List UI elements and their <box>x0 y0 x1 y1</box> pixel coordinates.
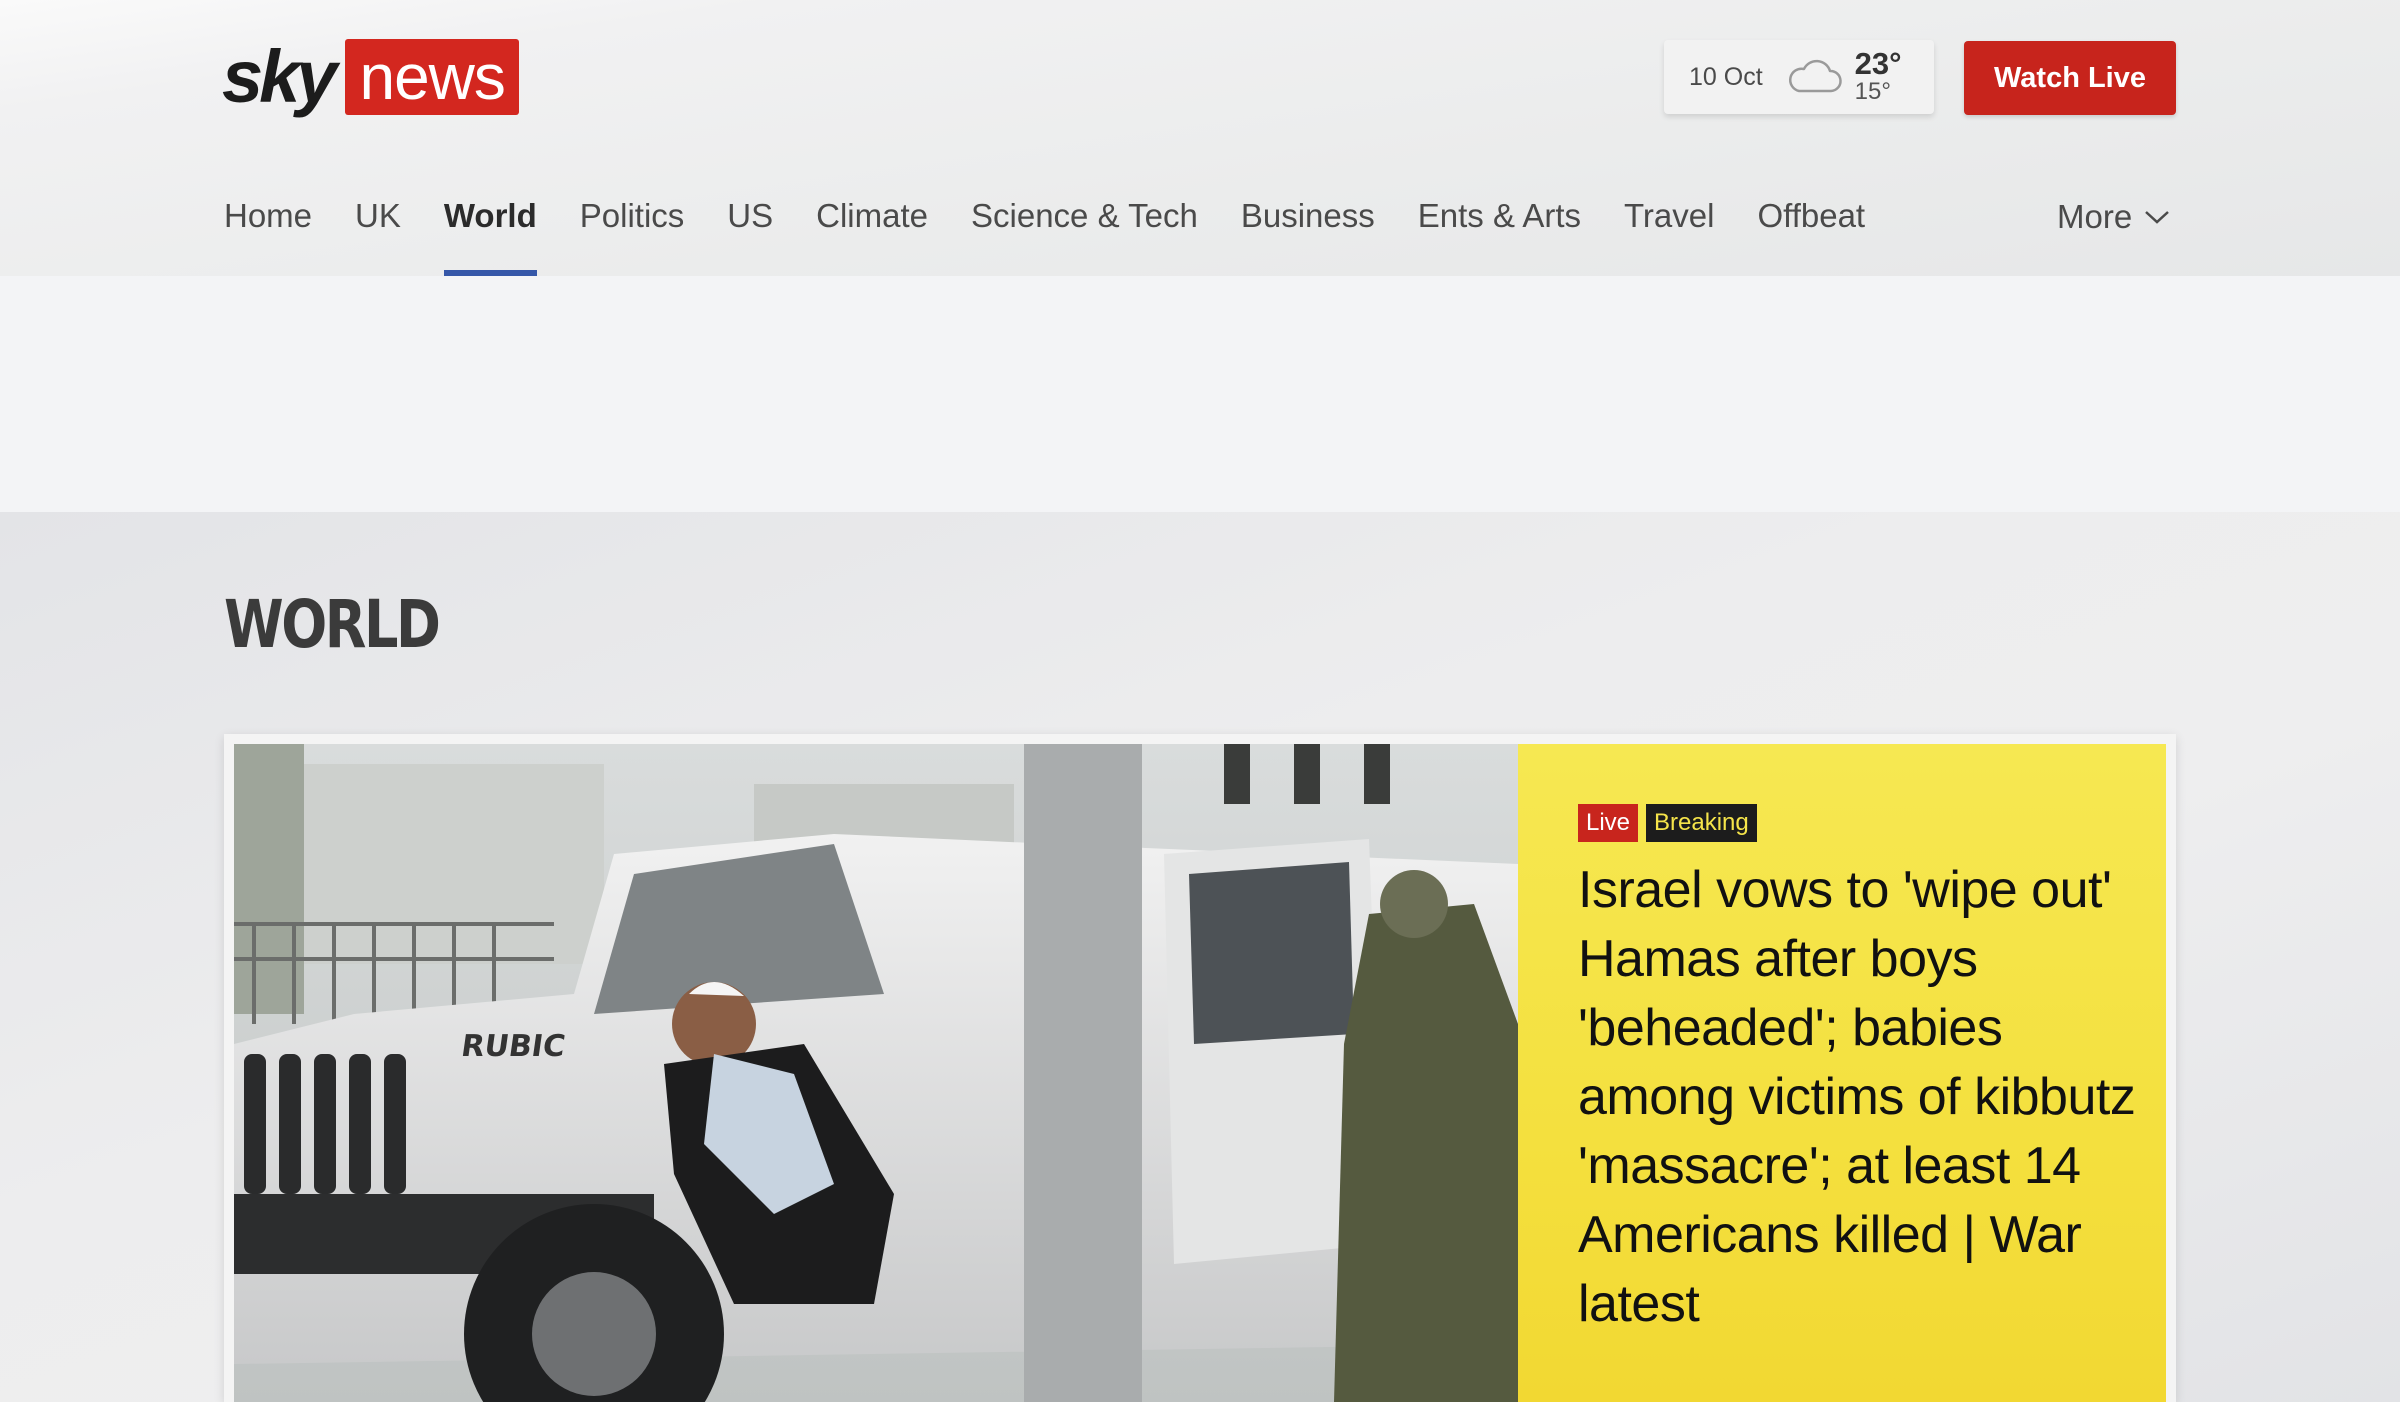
nav-item-home[interactable]: Home <box>224 192 312 276</box>
sky-news-logo[interactable]: sky news <box>222 38 519 116</box>
main-nav: Home UK World Politics US Climate Scienc… <box>224 192 1908 276</box>
nav-item-ents-arts[interactable]: Ents & Arts <box>1418 192 1581 276</box>
nav-item-climate[interactable]: Climate <box>816 192 928 276</box>
nav-item-politics[interactable]: Politics <box>580 192 685 276</box>
hero-story-card[interactable]: RUBIC Live Breaking Israel vows to 'wipe… <box>224 734 2176 1402</box>
page-title: WORLD <box>224 586 441 663</box>
breaking-badge: Breaking <box>1646 804 1757 842</box>
temperature-high: 23° <box>1854 46 1902 81</box>
hero-headline[interactable]: Israel vows to 'wipe out' Hamas after bo… <box>1578 856 2138 1339</box>
nav-item-science-tech[interactable]: Science & Tech <box>971 192 1198 276</box>
hero-photo: RUBIC <box>234 744 1518 1402</box>
nav-more-button[interactable]: More <box>2057 192 2170 242</box>
nav-item-travel[interactable]: Travel <box>1624 192 1714 276</box>
nav-more-label: More <box>2057 198 2133 235</box>
chevron-down-icon <box>2145 211 2170 224</box>
weather-temperatures: 23° 15° <box>1854 46 1902 105</box>
logo-news-text: news <box>345 39 519 115</box>
weather-date: 10 Oct <box>1689 62 1763 91</box>
nav-item-world[interactable]: World <box>443 192 537 276</box>
story-badges: Live Breaking <box>1578 804 1757 842</box>
hero-image[interactable]: RUBIC <box>234 744 1518 1402</box>
nav-item-business[interactable]: Business <box>1241 192 1375 276</box>
watch-live-button[interactable]: Watch Live <box>1964 41 2176 115</box>
ad-placeholder <box>0 276 2400 512</box>
live-badge: Live <box>1578 804 1639 842</box>
nav-item-offbeat[interactable]: Offbeat <box>1757 192 1865 276</box>
svg-text:RUBIC: RUBIC <box>459 1029 567 1064</box>
nav-item-us[interactable]: US <box>727 192 773 276</box>
nav-item-uk[interactable]: UK <box>355 192 401 276</box>
cloud-icon <box>1788 59 1842 93</box>
logo-sky-text: sky <box>222 35 337 118</box>
headline-panel[interactable]: Live Breaking Israel vows to 'wipe out' … <box>1518 744 2166 1402</box>
site-header: sky news 10 Oct 23° 15° Watch Live Home … <box>0 0 2400 276</box>
temperature-low: 15° <box>1854 78 1891 105</box>
weather-widget[interactable]: 10 Oct 23° 15° <box>1664 40 1934 114</box>
